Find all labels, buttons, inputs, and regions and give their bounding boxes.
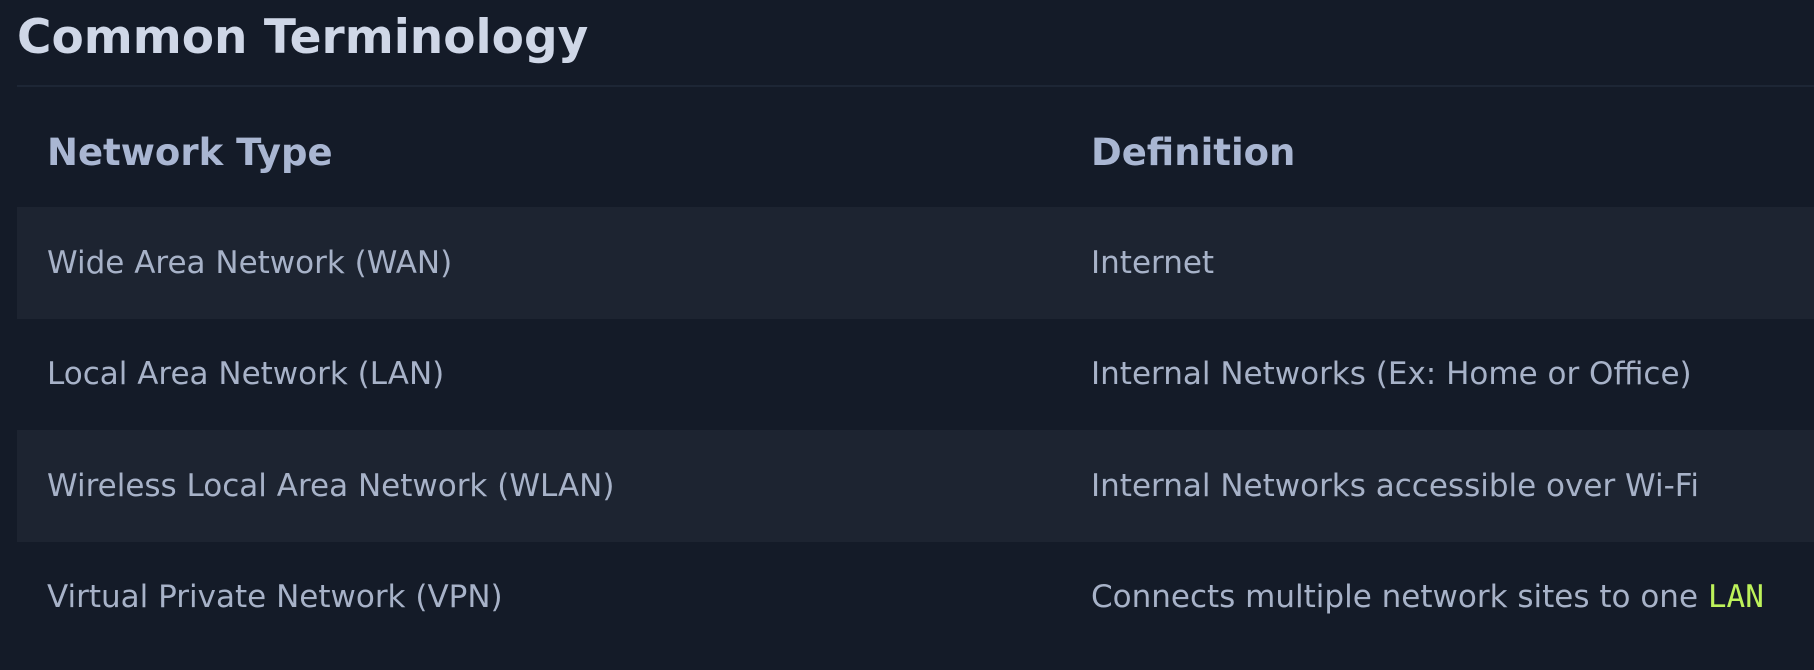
table-row: Wide Area Network (WAN) Internet [17, 207, 1814, 319]
section-title: Common Terminology [17, 10, 589, 65]
definition-cell: Internet [1091, 245, 1814, 281]
network-type-cell: Wide Area Network (WAN) [47, 244, 453, 281]
network-type-cell: Wireless Local Area Network (WLAN) [47, 467, 615, 504]
terminology-section: Common Terminology Network Type Definiti… [0, 0, 1814, 670]
network-type-cell: Virtual Private Network (VPN) [47, 579, 503, 616]
table-row: Virtual Private Network (VPN) Connects m… [17, 542, 1814, 654]
definition-text: Connects multiple network sites to one [1091, 579, 1708, 616]
table-row: Local Area Network (LAN) Internal Networ… [17, 319, 1814, 431]
network-type-cell: Local Area Network (LAN) [47, 356, 445, 393]
definition-text: Internet [1091, 244, 1215, 281]
table-row: Wireless Local Area Network (WLAN) Inter… [17, 430, 1814, 542]
column-header-definition: Definition [1091, 130, 1296, 174]
inline-code: LAN [1707, 579, 1764, 616]
definition-cell: Internal Networks (Ex: Home or Office) [1091, 356, 1814, 392]
definition-cell: Connects multiple network sites to one L… [1091, 579, 1814, 615]
definition-cell: Internal Networks accessible over Wi-Fi [1091, 468, 1814, 504]
column-header-network-type: Network Type [47, 130, 333, 174]
title-divider [17, 85, 1814, 87]
definition-text: Internal Networks (Ex: Home or Office) [1091, 356, 1692, 393]
terminology-table: Network Type Definition Wide Area Networ… [17, 97, 1814, 653]
table-header-row: Network Type Definition [17, 97, 1814, 207]
definition-text: Internal Networks accessible over Wi-Fi [1091, 467, 1699, 504]
